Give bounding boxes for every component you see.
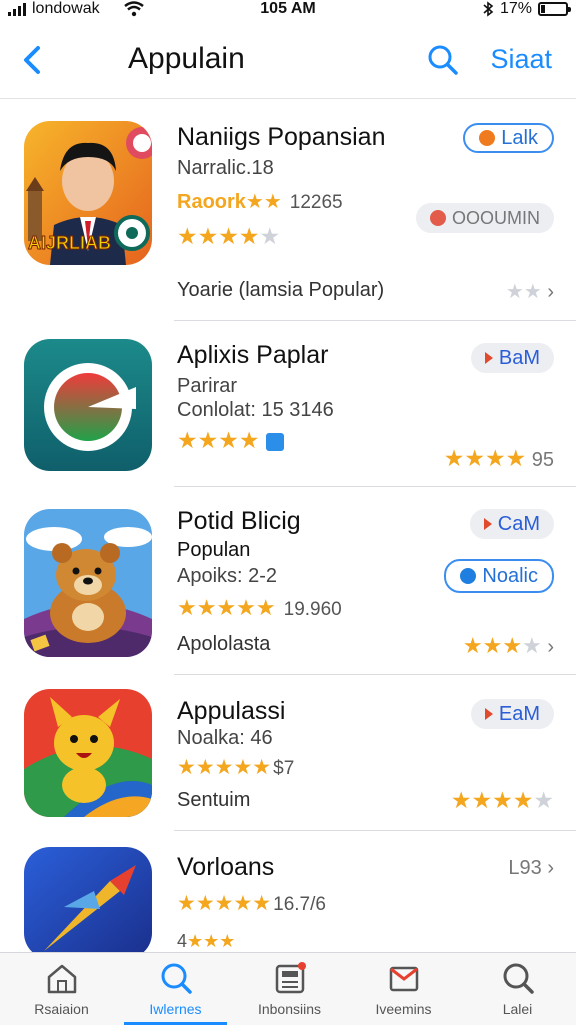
play-icon [479,130,496,146]
row-chevron[interactable]: ★★★★ › [463,633,554,659]
tab-bar: Rsaiaion Iwlernes Inbonsiins Iveemins La… [0,952,576,1025]
tab-label: Iveemins [375,1001,432,1017]
battery-icon [538,2,571,16]
chip-label: Lalk [501,126,538,149]
rating-count: 12265 [289,192,343,213]
rating-partial: 4 [177,931,188,951]
chip-label: OOOUMIN [452,207,540,228]
chip-label: CaM [497,512,540,535]
tab-label: Inbonsiins [257,1001,322,1017]
record-icon [430,210,446,226]
row-rating-summary: ★★★★★ [450,787,554,813]
rating-line: Raoork★★ 12265 [177,189,343,214]
app-icon-arrow[interactable] [24,847,152,959]
rating-extra: $7 [273,758,295,779]
app-icon-portrait[interactable]: AIJRLIAB [24,121,152,265]
status-right: 17% [482,0,571,18]
search-icon[interactable] [425,42,461,78]
app-row[interactable]: AIJRLIAB Naniigs Popansian Narralic.18 R… [0,99,576,321]
get-button[interactable]: Lalk [463,123,554,153]
tab-inbox[interactable]: Iveemins [346,953,461,1025]
app-name: Appulassi [177,697,286,725]
badge-icon [265,432,284,451]
app-name: Naniigs Popansian [177,123,386,151]
app-subtitle: Narralic.18 [177,157,274,179]
home-icon [47,964,77,994]
status-bar: londowak 105 AM 17% [0,0,576,22]
rating-count: 19.960 [283,599,342,620]
rating-value: 95 [531,449,554,471]
app-subtitle: Populan [177,539,251,561]
search-icon [503,963,534,994]
bluetooth-icon [483,1,494,17]
icon-wordmark: AIJRLIAB [28,233,111,253]
app-row[interactable]: Potid Blicig Populan Apoiks: 2-2 ★★★★★ 19… [0,487,576,675]
app-name: Aplixis Paplar [177,341,329,369]
rating-line: ★★★★★ 16.7/6 [177,892,326,915]
app-icon-arc[interactable] [24,339,152,471]
app-row[interactable]: Aplixis Paplar Parirar Conlolat: 15 3146… [0,321,576,487]
chip-label: BaM [498,346,540,369]
play-icon [483,518,492,530]
rating-label: Raoork [177,191,246,213]
search-icon [161,963,192,994]
tab-label: Rsaiaion [34,1001,89,1017]
star-rating-icon: ★★ [245,191,282,213]
news-icon [275,962,306,994]
app-subtitle: Parirar [177,375,238,397]
rating-line-partial: 4★★★ [177,931,236,951]
app-row[interactable]: Vorloans ★★★★★ 16.7/6 4★★★ L93 › [0,831,576,959]
tab-label: Iwlernes [149,1001,202,1017]
play-icon [484,352,493,364]
back-chevron-icon[interactable] [18,40,48,80]
nav-bar: Appulain Siaat [0,22,576,99]
rating-line: ★★★★★ $7 [177,756,295,779]
tab-search[interactable]: Iwlernes [118,953,233,1025]
nav-action-button[interactable]: Siaat [490,44,552,75]
app-detail: Noalka: 46 [177,727,273,749]
inbox-icon [389,966,419,992]
rating-count: 16.7/6 [273,894,326,915]
chip-label: EaM [498,702,540,725]
page-title: Appulain [128,42,245,75]
app-detail: Apoiks: 2-2 [177,565,278,587]
tab-news[interactable]: Inbonsiins [232,953,347,1025]
app-row[interactable]: Appulassi Noalka: 46 ★★★★★ $7 Sentuim EaM… [0,675,576,831]
tab-label: Lalei [502,1001,533,1017]
download-chip[interactable]: OOOUMIN [416,203,554,233]
battery-percent: 17% [499,0,532,17]
star-rating: ★★★★★ [177,223,281,249]
tab-search-alt[interactable]: Lalei [460,953,575,1025]
app-footer: Apololasta [177,633,271,655]
app-name: Vorloans [177,853,275,881]
app-footer: Sentuim [177,789,251,811]
buy-chip[interactable]: BaM [470,343,554,373]
get-button[interactable]: Noalic [444,559,554,593]
chip-label: Noalic [482,564,538,587]
buy-chip[interactable]: EaM [470,699,554,729]
row-value: L93 [508,857,542,879]
rating-line: ★★★★★ 19.960 [177,595,342,620]
app-footer: Yoarie (lamsia Popular) [177,279,385,301]
row-value-chevron[interactable]: L93 › [508,857,554,880]
check-icon [460,568,477,584]
row-rating-summary: ★★★★ 95 [443,445,554,471]
star-rating: ★★★★ [177,427,284,454]
play-icon [484,708,493,720]
row-chevron[interactable]: ★★ › [506,279,554,304]
app-detail: Conlolat: 15 3146 [177,399,334,421]
app-icon-fox[interactable] [24,689,152,817]
app-icon-bear[interactable] [24,509,152,657]
tab-home[interactable]: Rsaiaion [4,953,119,1025]
app-name: Potid Blicig [177,507,301,535]
buy-chip[interactable]: CaM [469,509,554,539]
